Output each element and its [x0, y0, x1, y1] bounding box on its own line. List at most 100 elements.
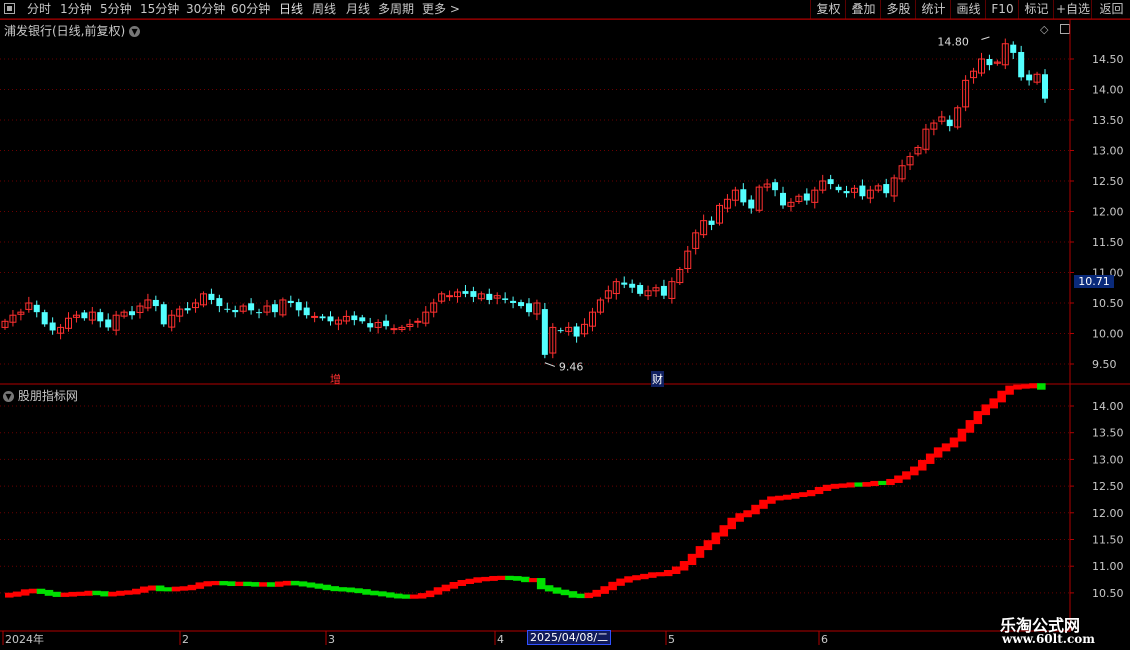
candle-body	[525, 303, 532, 313]
candle-body	[462, 291, 469, 294]
indicator-segment	[108, 591, 117, 597]
indicator-segment	[195, 582, 205, 589]
indicator-segment	[147, 585, 157, 591]
indicator-segment	[1021, 384, 1030, 389]
indicator-segment	[163, 587, 173, 592]
candle-body	[859, 185, 866, 197]
candle-body	[629, 283, 636, 288]
indicator-tick-label: 11.00	[1092, 560, 1124, 573]
indicator-segment	[528, 578, 538, 583]
candle-body	[541, 309, 548, 355]
indicator-segment	[568, 591, 578, 598]
indicator-tick-label: 12.00	[1092, 507, 1124, 520]
candle-body	[1010, 44, 1017, 53]
high-price-label: 14.80	[937, 36, 969, 49]
indicator-segment	[925, 453, 935, 464]
indicator-segment	[12, 591, 22, 597]
indicator-segment	[409, 594, 419, 599]
indicator-segment	[616, 578, 625, 586]
candle-body	[383, 320, 390, 327]
candle-body	[740, 189, 747, 203]
indicator-segment	[743, 510, 752, 518]
indicator-segment	[187, 584, 197, 591]
candle-body	[827, 179, 834, 185]
price-tick-label: 9.50	[1092, 358, 1117, 371]
current-price-tag: 10.71	[1074, 275, 1114, 288]
candle-body	[883, 184, 890, 194]
price-tick-label: 12.00	[1092, 206, 1124, 219]
candle-body	[271, 304, 278, 313]
indicator-segment	[76, 591, 85, 596]
candle-body	[446, 295, 454, 298]
indicator-segment	[600, 586, 609, 594]
indicator-segment	[838, 483, 848, 488]
candle-body	[946, 119, 953, 127]
candle-body	[390, 328, 398, 331]
indicator-segment	[655, 572, 665, 577]
candle-body	[33, 304, 40, 313]
indicator-segment	[798, 492, 808, 498]
price-tick-label: 14.00	[1092, 84, 1124, 97]
indicator-segment	[830, 483, 840, 489]
indicator-tick-label: 14.00	[1092, 400, 1124, 413]
indicator-segment	[314, 583, 324, 589]
indicator-segment	[854, 482, 864, 487]
indicator-segment	[941, 443, 951, 452]
indicator-segment	[338, 587, 347, 592]
time-axis-label: 4	[497, 633, 504, 646]
candle-body	[129, 311, 136, 316]
candle-body	[502, 298, 509, 300]
high-pointer	[981, 36, 990, 40]
indicator-segment	[695, 546, 705, 558]
indicator-segment	[378, 591, 387, 597]
indicator-segment	[965, 420, 975, 433]
indicator-segment	[679, 561, 689, 571]
price-tick-label: 10.50	[1092, 297, 1124, 310]
selected-date-tag: 2025/04/08/二	[527, 630, 612, 645]
indicator-segment	[219, 581, 228, 586]
indicator-segment	[862, 482, 871, 487]
candle-body	[1018, 51, 1025, 78]
indicator-segment	[457, 580, 467, 586]
indicator-segment	[687, 553, 697, 566]
low-price-label: 9.46	[559, 360, 584, 373]
time-axis-label: 5	[668, 633, 675, 646]
indicator-segment	[775, 495, 784, 501]
indicator-segment	[235, 581, 244, 587]
indicator-segment	[386, 592, 395, 598]
candle-body	[208, 293, 215, 300]
candle-body	[184, 308, 191, 311]
indicator-segment	[790, 493, 800, 499]
indicator-segment	[1013, 384, 1022, 390]
candle-body	[1042, 74, 1048, 99]
candle-body	[637, 285, 644, 294]
indicator-segment	[902, 471, 911, 480]
indicator-segment	[306, 582, 316, 588]
candle-body	[287, 300, 294, 303]
price-tick-label: 13.50	[1092, 114, 1124, 127]
indicator-segment	[806, 490, 816, 497]
indicator-segment	[846, 482, 856, 488]
indicator-segment	[179, 586, 189, 591]
candle-body	[319, 316, 326, 319]
indicator-segment	[274, 581, 284, 587]
indicator-segment	[1037, 383, 1046, 390]
price-tick-label: 14.50	[1092, 53, 1124, 66]
indicator-segment	[5, 592, 14, 598]
candle-body	[303, 307, 310, 316]
candle-body	[49, 322, 56, 331]
zeng-marker[interactable]: 增	[330, 371, 341, 387]
cai-marker[interactable]: 财	[651, 371, 664, 387]
indicator-segment	[298, 581, 308, 587]
candle-body	[224, 308, 231, 310]
indicator-segment	[759, 499, 768, 509]
kline-chart[interactable]: 14.50 14.00 13.50 13.00 12.50 12.00 11.50 11.00…	[0, 0, 1130, 650]
indicator-tick-label: 10.50	[1092, 587, 1124, 600]
indicator-segment	[989, 398, 998, 409]
candle-body	[41, 312, 48, 325]
indicator-segment	[632, 575, 641, 581]
indicator-segment	[735, 513, 744, 522]
candle-body	[803, 193, 810, 201]
indicator-segment	[560, 589, 570, 596]
time-axis-label: 2	[182, 633, 189, 646]
